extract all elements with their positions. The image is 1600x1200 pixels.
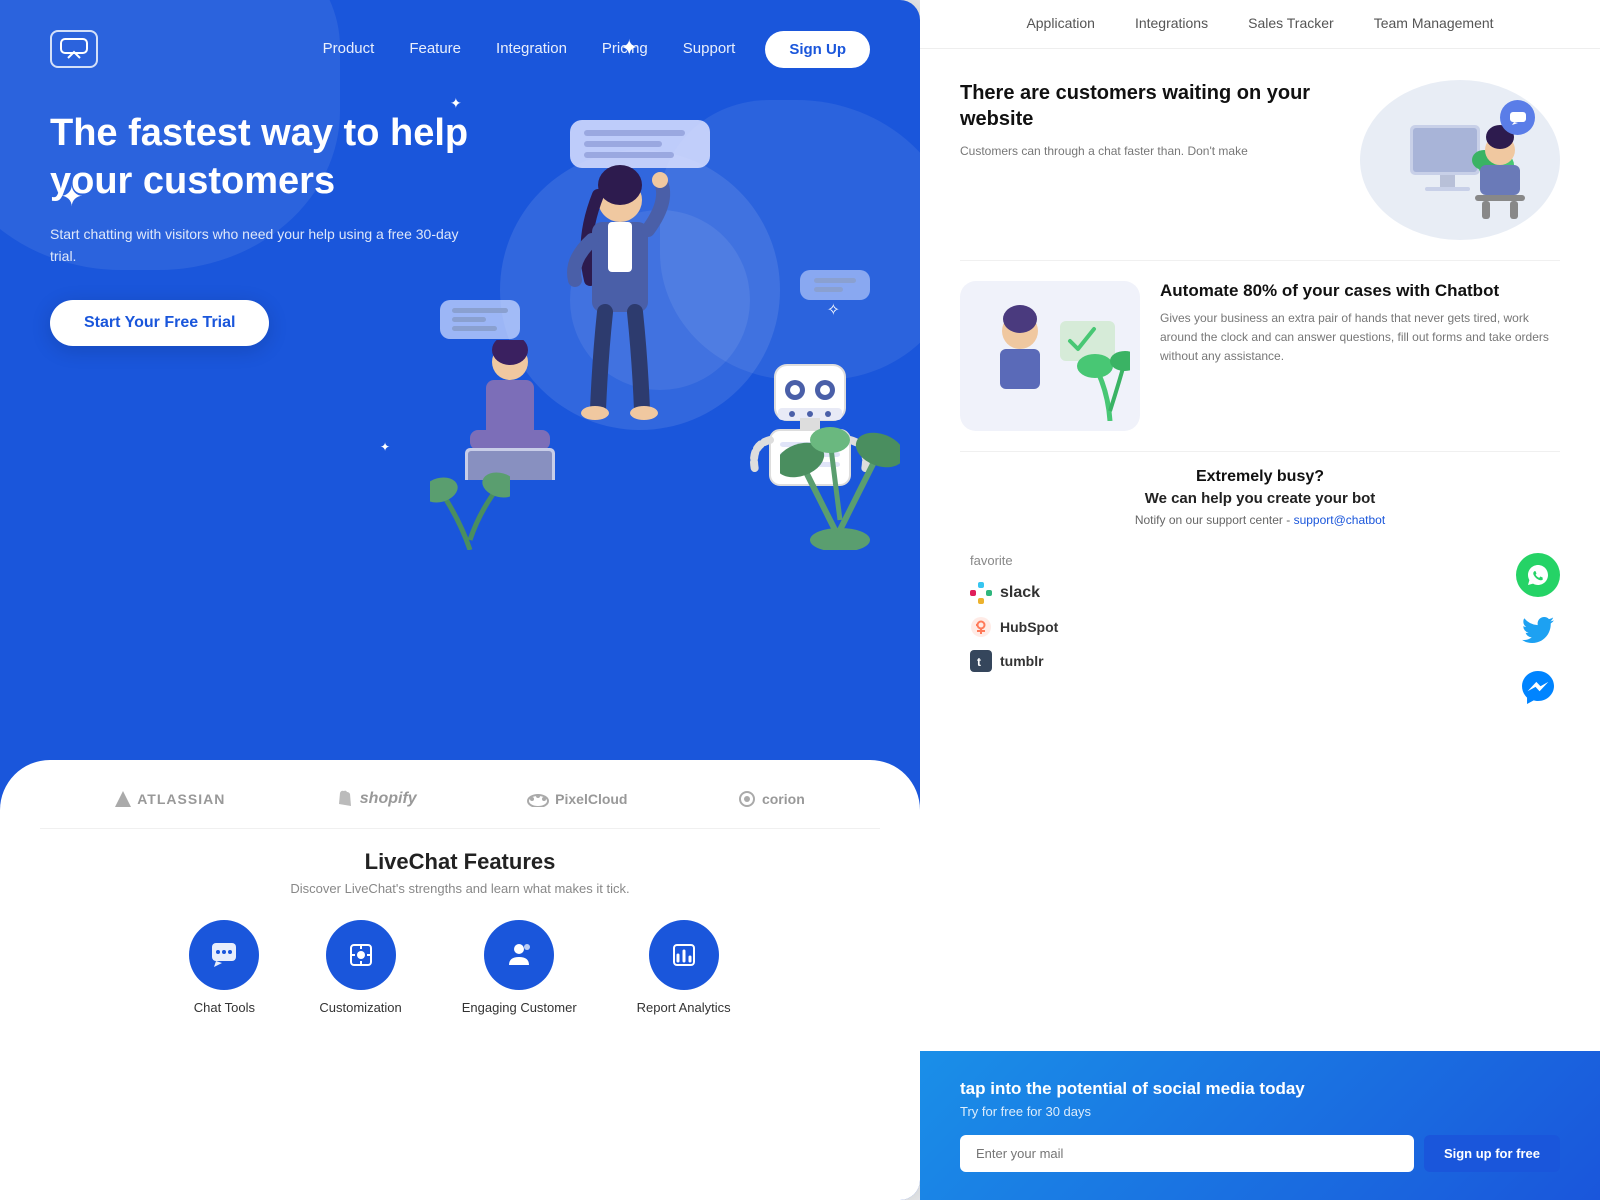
hubspot-integration: HubSpot — [970, 616, 1058, 638]
chatbot-svg — [970, 291, 1130, 421]
trial-button[interactable]: Start Your Free Trial — [50, 300, 269, 346]
feature-engage-icon — [484, 920, 554, 990]
features-subtitle: Discover LiveChat's strengths and learn … — [290, 881, 629, 896]
feature-chat-label: Chat Tools — [194, 1000, 255, 1015]
customer-heading: There are customers waiting on your webs… — [960, 80, 1340, 132]
right-nav-application[interactable]: Application — [1026, 15, 1095, 31]
chatbot-body: Gives your business an extra pair of han… — [1160, 309, 1560, 367]
right-nav-sales[interactable]: Sales Tracker — [1248, 15, 1334, 31]
social-subtext: Try for free for 30 days — [960, 1104, 1560, 1119]
support-link[interactable]: support@chatbot — [1294, 513, 1386, 527]
chatbot-text: Automate 80% of your cases with Chatbot … — [1160, 281, 1560, 367]
feature-engaging: Engaging Customer — [462, 920, 577, 1015]
tumblr-label: tumblr — [1000, 653, 1044, 669]
hubspot-icon — [970, 616, 992, 638]
logo — [50, 30, 98, 68]
right-integrations — [1516, 553, 1560, 709]
nav-support[interactable]: Support — [683, 40, 736, 57]
hero-section: The fastest way to help your customers S… — [50, 110, 480, 346]
messenger-badge — [1516, 665, 1560, 709]
right-navbar: Application Integrations Sales Tracker T… — [920, 0, 1600, 49]
favorite-label-area: favorite slack — [960, 553, 1058, 672]
features-section: LiveChat Features Discover LiveChat's st… — [0, 829, 920, 1035]
svg-text:t: t — [977, 655, 981, 669]
feature-customization: Customization — [319, 920, 401, 1015]
chatbot-illustration — [960, 281, 1140, 431]
social-section: tap into the potential of social media t… — [920, 1051, 1600, 1200]
hero-subtext: Start chatting with visitors who need yo… — [50, 223, 480, 268]
busy-heading: Extremely busy? — [960, 468, 1560, 486]
tumblr-integration: t tumblr — [970, 650, 1058, 672]
brand-shopify: shopify — [336, 790, 417, 808]
right-nav-integrations[interactable]: Integrations — [1135, 15, 1208, 31]
hubspot-label: HubSpot — [1000, 619, 1058, 635]
hero-illustration — [420, 100, 900, 550]
social-form: Sign up for free — [960, 1135, 1560, 1172]
brands-section: ATLASSIAN shopify PixelCloud corion — [0, 760, 920, 828]
right-nav-team[interactable]: Team Management — [1374, 15, 1494, 31]
feature-chat-icon — [189, 920, 259, 990]
brand-atlassian: ATLASSIAN — [115, 791, 225, 807]
busy-body: Notify on our support center - support@c… — [960, 513, 1560, 527]
brand-corion: corion — [738, 790, 805, 808]
slack-icon — [970, 582, 992, 604]
feature-report-icon — [649, 920, 719, 990]
signup-button[interactable]: Sign Up — [765, 31, 870, 68]
customer-body: Customers can through a chat faster than… — [960, 142, 1340, 161]
hero-heading: The fastest way to help your customers — [50, 110, 480, 205]
plant-left-small — [430, 450, 510, 550]
email-input[interactable] — [960, 1135, 1414, 1172]
speech-bubble-icon — [1500, 100, 1535, 135]
busy-subheading: We can help you create your bot — [960, 490, 1560, 507]
nav-product[interactable]: Product — [323, 40, 375, 57]
feature-engage-label: Engaging Customer — [462, 1000, 577, 1015]
nav-integration[interactable]: Integration — [496, 40, 567, 57]
plant-right — [780, 400, 900, 550]
slack-integration: slack — [970, 582, 1058, 604]
busy-section: Extremely busy? We can help you create y… — [960, 451, 1560, 543]
feature-report-label: Report Analytics — [637, 1000, 731, 1015]
feature-custom-icon — [326, 920, 396, 990]
nav-links: Product Feature Integration Pricing Supp… — [323, 40, 736, 58]
chat-bubble-right — [800, 270, 870, 300]
sparkle-5: ✦ — [380, 440, 390, 454]
feature-items: Chat Tools Customization Engaging Custom… — [189, 920, 730, 1015]
feature-chat-tools: Chat Tools — [189, 920, 259, 1015]
brand-pixelcloud: PixelCloud — [527, 791, 627, 807]
left-panel: ✦ ✦ ✦ ✧ ✦ Product Feature Integration Pr… — [0, 0, 920, 1200]
right-nav-links: Application Integrations Sales Tracker T… — [1026, 15, 1493, 33]
slack-label: slack — [1000, 584, 1040, 602]
white-bottom-section: ATLASSIAN shopify PixelCloud corion Live… — [0, 760, 920, 1200]
right-content: There are customers waiting on your webs… — [920, 50, 1600, 719]
feature-custom-label: Customization — [319, 1000, 401, 1015]
nav-pricing[interactable]: Pricing — [602, 40, 648, 57]
integrations-section: favorite slack — [960, 543, 1560, 719]
customer-section: There are customers waiting on your webs… — [960, 80, 1560, 240]
chatbot-section: Automate 80% of your cases with Chatbot … — [960, 260, 1560, 451]
tumblr-icon: t — [970, 650, 992, 672]
twitter-badge — [1516, 609, 1560, 653]
navbar: Product Feature Integration Pricing Supp… — [0, 0, 920, 98]
customer-illustration — [1360, 80, 1560, 240]
features-title: LiveChat Features — [365, 849, 556, 875]
feature-report: Report Analytics — [637, 920, 731, 1015]
favorite-label: favorite — [970, 553, 1058, 568]
whatsapp-badge — [1516, 553, 1560, 597]
social-heading: tap into the potential of social media t… — [960, 1079, 1560, 1099]
right-panel: Application Integrations Sales Tracker T… — [920, 0, 1600, 1200]
customer-text: There are customers waiting on your webs… — [960, 80, 1340, 161]
nav-feature[interactable]: Feature — [409, 40, 461, 57]
signup-free-button[interactable]: Sign up for free — [1424, 1135, 1560, 1172]
chatbot-heading: Automate 80% of your cases with Chatbot — [1160, 281, 1560, 301]
